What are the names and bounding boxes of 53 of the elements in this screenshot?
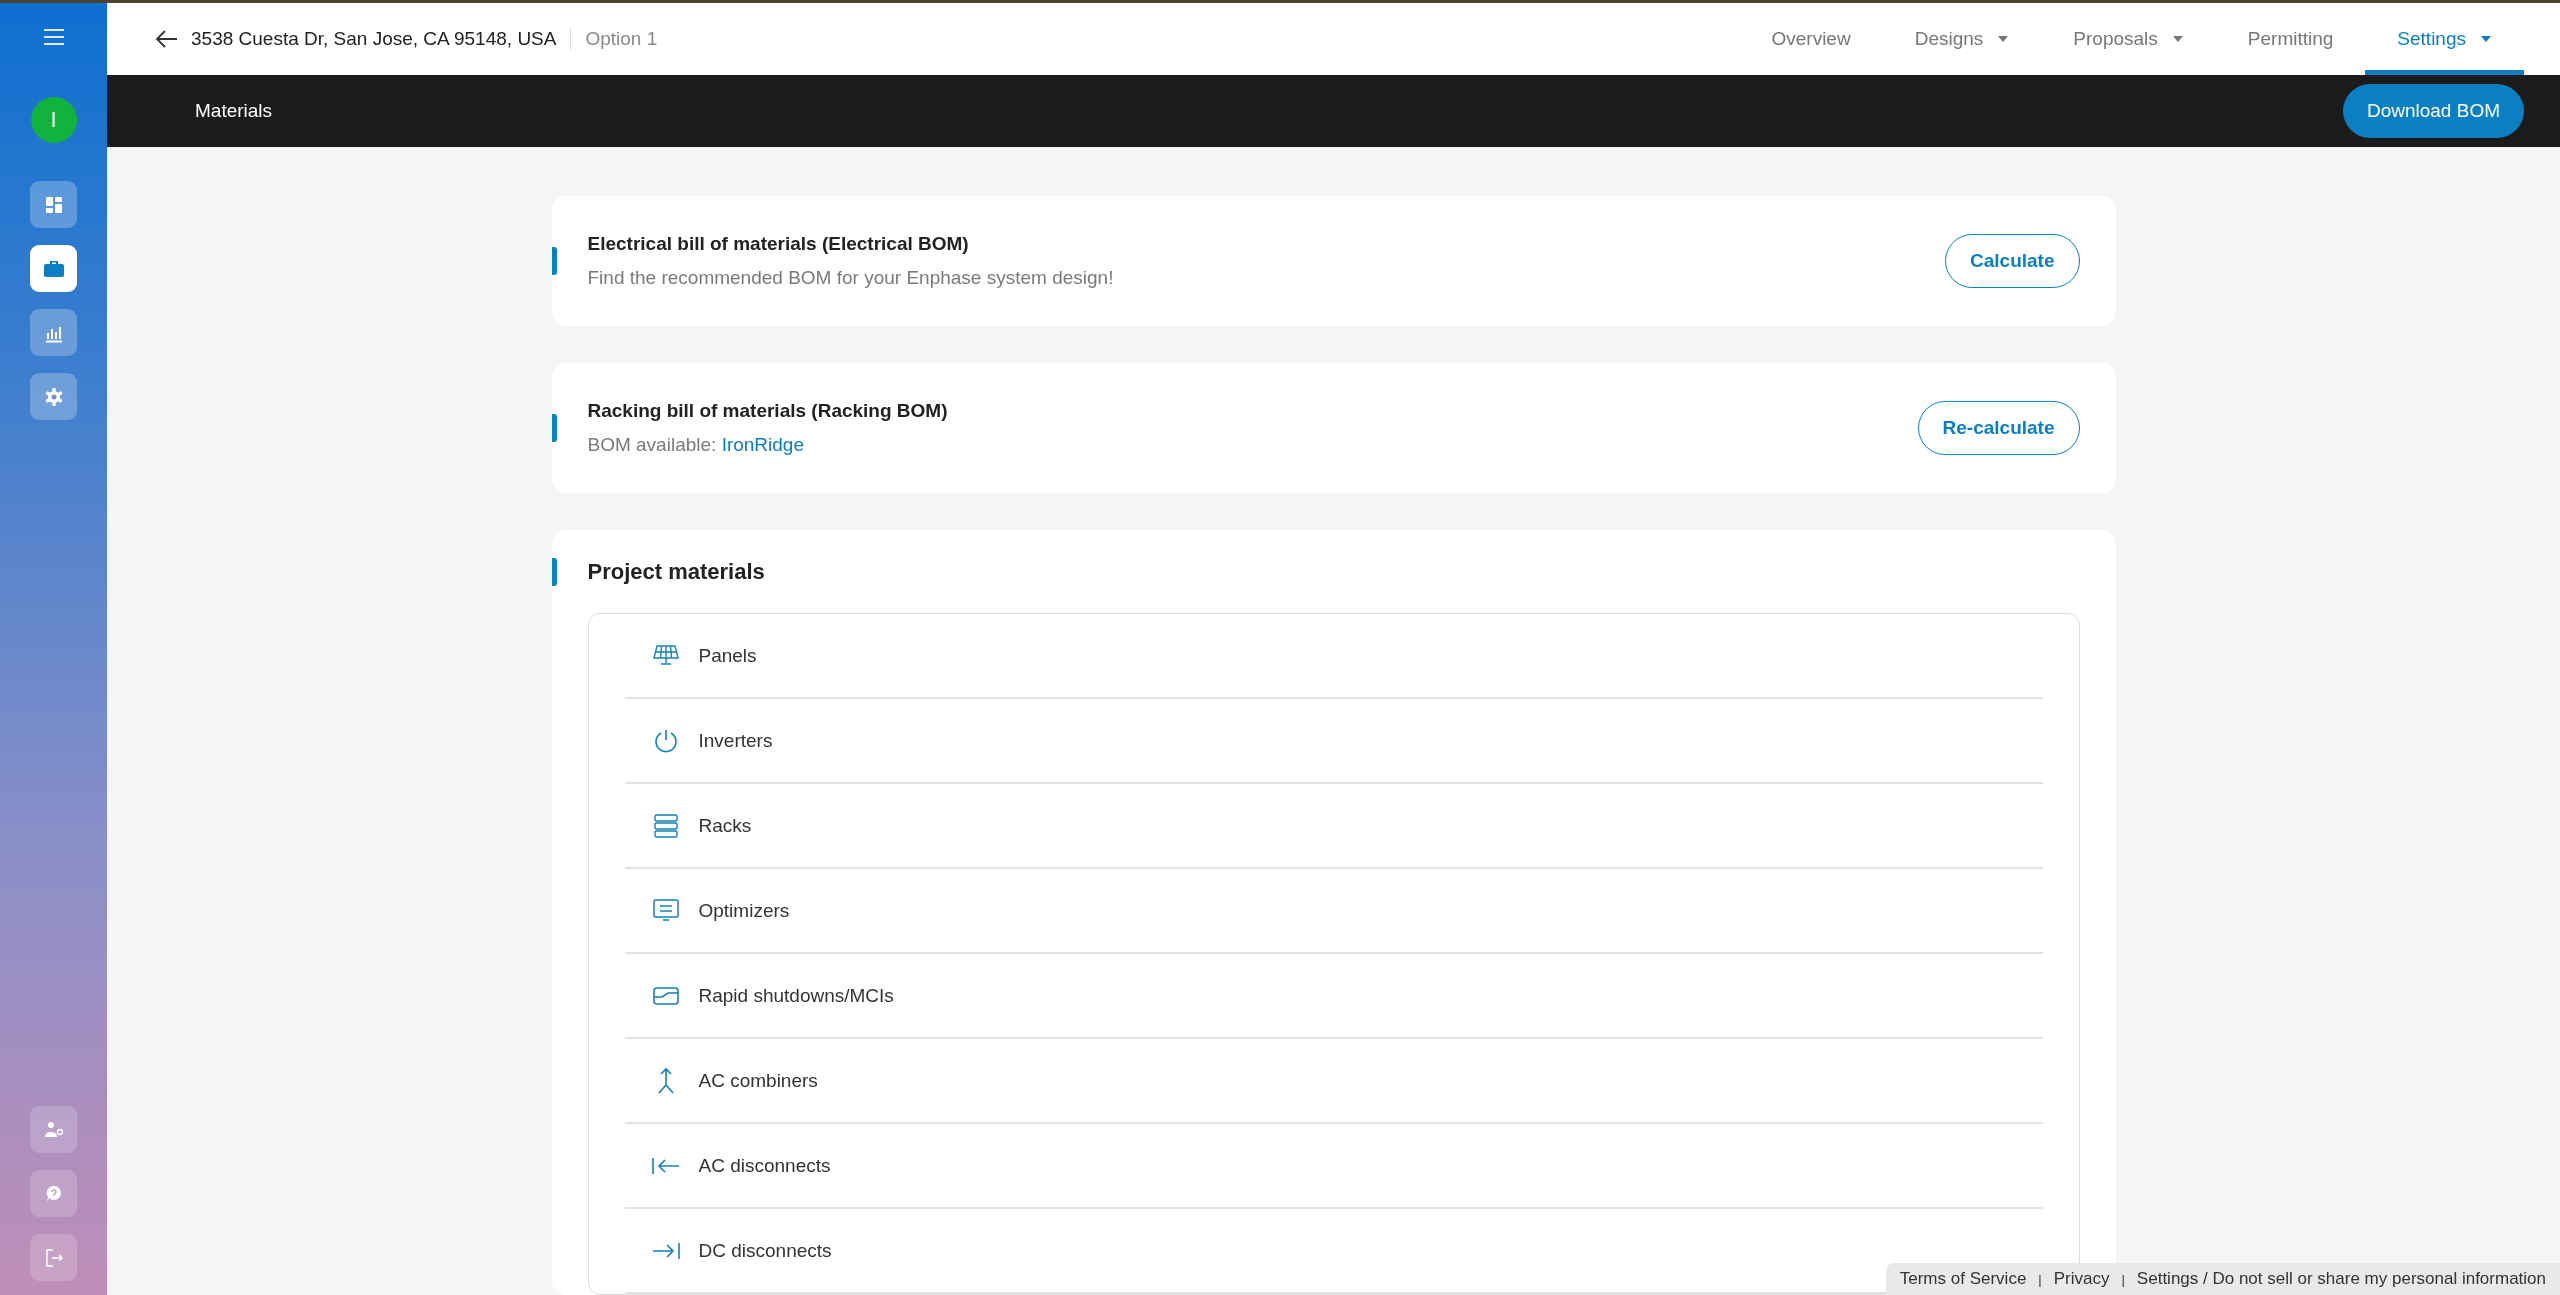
settings-nav-button[interactable] [30,373,77,420]
caret-icon [1997,35,2010,43]
footer-separator: | [2038,1271,2042,1287]
material-row[interactable]: Inverters [624,699,2043,784]
calculate-button[interactable]: Calculate [1945,234,2080,288]
page-title: Materials [195,100,273,122]
briefcase-icon [42,258,65,279]
help-nav-button[interactable] [30,1170,77,1217]
menu-icon[interactable] [41,27,66,47]
material-row[interactable]: AC combiners [624,1039,2043,1124]
vendor-link[interactable]: IronRidge [721,434,804,455]
calculate-button[interactable]: Re-calculate [1917,401,2080,455]
solar-panel-icon [650,643,681,668]
monitor-icon [650,897,681,924]
material-row[interactable]: Optimizers [624,869,2043,954]
card-description: BOM available: IronRidge [587,434,805,456]
option-label[interactable]: Option 1 [571,28,658,50]
logout-icon [43,1247,64,1268]
dashboard-nav-button[interactable] [30,181,77,228]
material-row[interactable]: Panels [624,614,2043,699]
logout-nav-button[interactable] [30,1234,77,1281]
accent-bar [551,414,557,442]
team-nav-button[interactable] [30,1106,77,1153]
back-arrow-icon[interactable] [155,29,179,49]
dashboard-icon [43,194,64,215]
user-gear-icon [42,1119,65,1140]
project-address: 3538 Cuesta Dr, San Jose, CA 95148, USA [191,28,572,50]
projects-nav-button[interactable] [30,245,77,292]
card-title: Racking bill of materials (Racking BOM) [587,400,948,422]
download-button[interactable]: Download BOM [2342,84,2524,138]
footer-separator: | [2121,1271,2125,1287]
nav-tab[interactable]: Proposals [2041,3,2216,75]
footer-link[interactable]: Privacy [2053,1269,2110,1289]
gear-icon [43,386,64,407]
nav-tab[interactable]: Permitting [2215,3,2366,75]
switch-box-icon [650,984,681,1007]
card-description: Find the recommended BOM for your Enphase system design! [587,267,1114,289]
material-row[interactable]: Racks [624,784,2043,869]
material-row[interactable]: Rapid shutdowns/MCIs [624,954,2043,1039]
footer-link[interactable]: Settings / Do not sell or share my personal information [2136,1269,2546,1289]
accent-bar [551,247,557,275]
nav-tab[interactable]: Overview [1739,3,1883,75]
card-title: Electrical bill of materials (Electrical BOM) [587,233,970,255]
caret-icon [2480,35,2492,43]
arrow-left-to-bar-icon [650,1155,681,1176]
arrow-right-to-bar-icon [650,1240,681,1261]
caret-icon [2171,35,2184,43]
accent-bar [551,557,557,586]
footer-link[interactable]: Terms of Service [1899,1269,2027,1289]
reports-nav-button[interactable] [30,309,77,356]
nav-tab[interactable]: Designs [1882,3,2042,75]
section-title: Project materials [587,558,765,585]
material-row[interactable]: AC disconnects [624,1124,2043,1209]
